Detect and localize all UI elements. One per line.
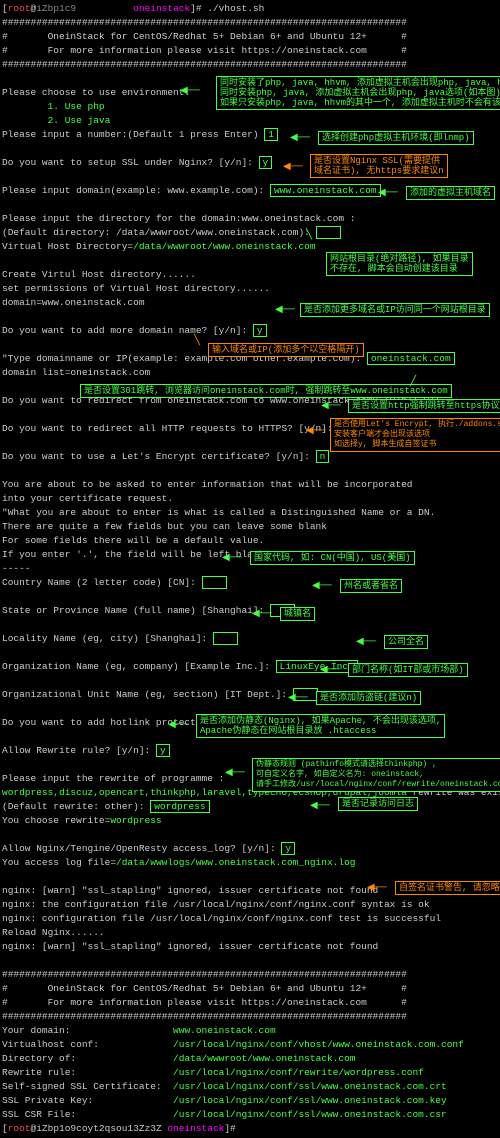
sm-rw: Rewrite rule: /usr/local/nginx/conf/rewr…	[2, 1066, 498, 1080]
input-rew[interactable]: y	[156, 744, 170, 757]
b1: # OneinStack for CentOS/Redhat 5+ Debian…	[2, 982, 498, 996]
cert4: There are quite a few fields but you can…	[2, 520, 498, 534]
ann-le: 是否使用Let's Encrypt, 执行./addons.sh安装客户端才会出…	[330, 418, 500, 452]
ann-st: 州名或者省名	[340, 579, 402, 593]
ann-https: 是否设置http强制跳转至https协议	[348, 399, 500, 413]
arrow-icon: ◀──	[252, 608, 272, 622]
ann-rew: 是否添加伪静态(Nginx), 如果Apache, 不会出现该选项,Apache…	[196, 714, 445, 738]
cert1: You are about to be asked to enter infor…	[2, 478, 498, 492]
arrow-icon: ◀──	[367, 882, 387, 896]
q-le: Do you want to use a Let's Encrypt certi…	[2, 450, 498, 464]
arrow-icon: ◀──	[356, 636, 376, 650]
q-st: State or Province Name (full name) [Shan…	[2, 604, 498, 618]
nginx-w2: nginx: [warn] "ssl_stapling" ignored, is…	[2, 940, 498, 954]
arrow-icon: ╱	[410, 376, 416, 390]
ann-more: 是否添加更多域名或IP访问同一个网站根目录	[300, 303, 490, 317]
arrow-icon: ◀──	[310, 800, 330, 814]
arrow-icon: ◀──	[225, 767, 245, 781]
input-org[interactable]: LinuxEye Inc.	[276, 660, 358, 673]
arrow-icon: ╲	[306, 229, 312, 243]
hash4: ########################################…	[2, 1010, 498, 1024]
input-type[interactable]: oneinstack.com	[367, 352, 455, 365]
arrow-icon: ◀──	[180, 85, 200, 99]
hash2: ########################################…	[2, 58, 498, 72]
q-dir2: (Default directory: /data/wwwroot/www.on…	[2, 226, 498, 240]
sm-vh: Virtualhost conf: /usr/local/nginx/conf/…	[2, 1038, 498, 1052]
q-more: Do you want to add more domain name? [y/…	[2, 324, 498, 338]
log2: You access log file=/data/wwwlogs/www.on…	[2, 856, 498, 870]
ann-hot: 是否添加防盗链(建议n)	[316, 691, 421, 705]
arrow-icon: ◀──	[290, 132, 310, 146]
prompt2: [root@iZbp1o9coyt2qsou13Zz3Z oneinstack]…	[2, 1122, 498, 1136]
arrow-icon: ◀──	[306, 425, 326, 439]
arrow-icon: ╲	[194, 335, 200, 349]
menu-2: 2. Use java	[2, 114, 498, 128]
banner1: # OneinStack for CentOS/Redhat 5+ Debian…	[2, 30, 498, 44]
q-rew: Allow Rewrite rule? [y/n]: y	[2, 744, 498, 758]
cert5: For some fields there will be a default …	[2, 534, 498, 548]
nginx-tst: nginx: configuration file /usr/local/ngi…	[2, 912, 498, 926]
q-log: Allow Nginx/Tengine/OpenResty access_log…	[2, 842, 498, 856]
nginx-rl: Reload Nginx......	[2, 926, 498, 940]
rew3: (Default rewrite: other): wordpress	[2, 800, 498, 814]
sm-di: Directory of: /data/wwwroot/www.oneinsta…	[2, 1052, 498, 1066]
sm-cs: SSL CSR File: /usr/local/nginx/conf/ssl/…	[2, 1108, 498, 1122]
ann-self: 自签名证书警告, 请忽略	[395, 881, 500, 895]
ann-lnmp: 选择创建php虚拟主机环境(即lnmp)	[318, 131, 474, 145]
arrow-icon: ◀──	[321, 400, 341, 414]
cert2: into your certificate request.	[2, 492, 498, 506]
ann-root: 网站根目录(绝对路径), 如果目录不存在, 脚本会自动创建该目录	[326, 252, 473, 276]
input-more[interactable]: y	[253, 324, 267, 337]
arrow-icon: ◀──	[168, 719, 188, 733]
ann-cn: 国家代码, 如: CN(中国), US(美国)	[250, 551, 415, 565]
arrow-icon: ◀──	[222, 552, 242, 566]
ann-rewp: 伪静态规则 (pathinfo模式请选择thinkphp) ,可自定义名字, 如…	[252, 758, 500, 792]
perm: set permissions of Virtual Host director…	[2, 282, 498, 296]
cert3: "What you are about to enter is what is …	[2, 506, 498, 520]
arrow-icon: ◀──	[275, 304, 295, 318]
input-domain[interactable]: www.oneinstack.com	[270, 184, 381, 197]
ann-org: 公司全名	[384, 635, 428, 649]
sm-pk: SSL Private Key: /usr/local/nginx/conf/s…	[2, 1094, 498, 1108]
prompt-line: [root@iZbp1c9 oneinstack]# ./vhost.sh	[2, 2, 498, 16]
ann-ssl: 是否设置Nginx SSL(需要提供域名证书), 无https要求建议n	[310, 154, 448, 178]
sm-ss: Self-signed SSL Certificate: /usr/local/…	[2, 1080, 498, 1094]
arrow-icon: ◀──	[288, 692, 308, 706]
hash: ########################################…	[2, 16, 498, 30]
b2: # For more information please visit http…	[2, 996, 498, 1010]
nginx-ok: nginx: the configuration file /usr/local…	[2, 898, 498, 912]
rew4: You choose rewrite=wordpress	[2, 814, 498, 828]
input-log[interactable]: y	[281, 842, 295, 855]
arrow-icon: ◀──	[320, 664, 340, 678]
input-number[interactable]: 1	[264, 128, 278, 141]
ann-php-java: 同时安装了php, java, hhvm, 添加虚拟主机会出现php, java…	[216, 76, 500, 110]
arrow-icon: ◀──	[312, 580, 332, 594]
ann-log: 是否记录访问日志	[338, 797, 418, 811]
q-ou: Organizational Unit Name (eg, section) […	[2, 688, 498, 702]
ann-loc: 城镇名	[280, 607, 315, 621]
arrow-icon: ◀──	[283, 161, 303, 175]
sm-yd: Your domain: www.oneinstack.com	[2, 1024, 498, 1038]
banner2: # For more information please visit http…	[2, 44, 498, 58]
ann-ip: 输入域名或IP(添加多个以空格隔开)	[208, 343, 364, 357]
dlist: domain list=oneinstack.com	[2, 366, 498, 380]
ann-dom: 添加的虚拟主机域名	[406, 186, 495, 200]
hash3: ########################################…	[2, 968, 498, 982]
ann-ou: 部门名称(如IT部或市场部)	[348, 663, 468, 677]
arrow-icon: ◀──	[378, 187, 398, 201]
ann-301: 是否设置301跳转, 浏览器访问oneinstack.com时, 强制跳转至ww…	[80, 384, 452, 398]
input-ssl[interactable]: y	[259, 156, 273, 169]
q-dir1: Please input the directory for the domai…	[2, 212, 498, 226]
q-cn: Country Name (2 letter code) [CN]:	[2, 576, 498, 590]
input-le[interactable]: n	[316, 450, 330, 463]
input-rewprog[interactable]: wordpress	[150, 800, 209, 813]
